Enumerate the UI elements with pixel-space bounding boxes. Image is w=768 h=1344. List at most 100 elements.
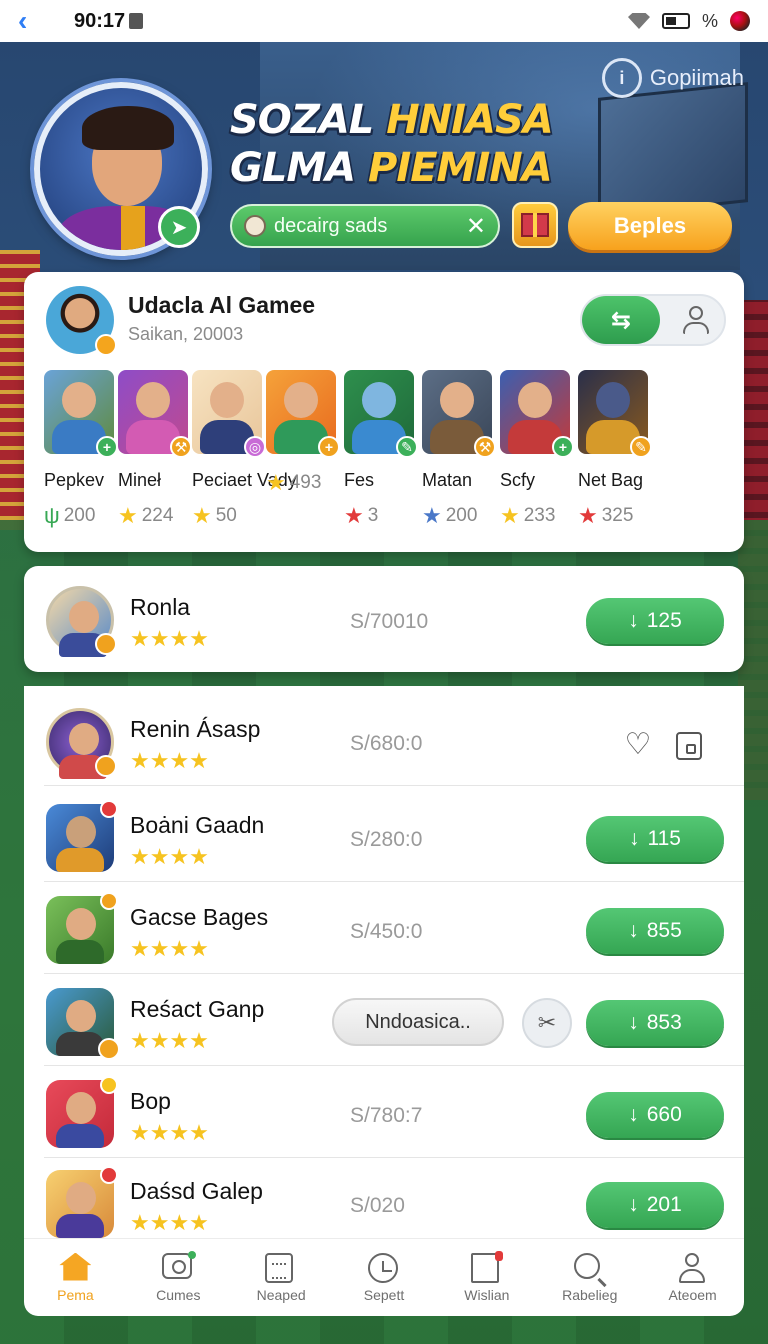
search-input[interactable]: decairg sads ✕ [230, 204, 500, 248]
download-icon: ↓ [628, 609, 639, 632]
download-icon: ↓ [628, 919, 639, 942]
share-icon[interactable] [676, 732, 702, 760]
nav-item-board[interactable]: Wislian [435, 1239, 538, 1316]
player-name: Fes [344, 470, 375, 490]
download-button[interactable]: ↓ 660 [586, 1092, 724, 1138]
status-bar: ‹ 90:17 % [0, 0, 768, 42]
download-icon: ↓ [628, 1103, 639, 1126]
item-title: Gacse Bages [130, 904, 269, 930]
status-time: 90:17 [74, 9, 126, 32]
title-line1-b: HNIASA [386, 97, 554, 143]
app-icon [46, 1076, 118, 1148]
player-card[interactable]: ✎ Net Bag ★ 325 [578, 370, 652, 529]
header: ➤ i Gopiimah SOZAL HNIASA GLMA PIEMINA d… [0, 42, 768, 274]
list-item[interactable]: Bop ★★★★ S/780:7 ↓ 660 [24, 1066, 744, 1158]
swap-icon[interactable]: ⇆ [582, 296, 660, 344]
user-icon[interactable] [682, 306, 710, 334]
heart-icon[interactable]: ♡ [622, 730, 654, 762]
list-item[interactable]: Boȧni Gaadn ★★★★ S/280:0 ↓ 115 [24, 790, 744, 882]
star-icon: ★ [344, 503, 364, 528]
item-title: Reśact Ganp [130, 996, 265, 1022]
download-button[interactable]: ↓ 115 [586, 816, 724, 862]
star-rating: ★★★★ [130, 626, 209, 651]
list-item[interactable]: Renin Ásasp ★★★★ S/680:0 ♡ [24, 694, 744, 786]
nav-item-clipboard[interactable]: Neaped [230, 1239, 333, 1316]
tools-icon[interactable]: ✂ [522, 998, 572, 1048]
player-name: Scfy [500, 470, 536, 490]
mode-toggle[interactable]: ⇆ [580, 294, 726, 346]
featured-avatar[interactable] [46, 286, 117, 356]
wifi-icon [627, 13, 650, 29]
player-card[interactable]: + Scfy ★ 233 [500, 370, 574, 529]
title-line1-a: SOZAL [230, 97, 387, 143]
player-card[interactable]: ⚒ Mineł ★ 224 [118, 370, 192, 529]
user-icon [677, 1252, 707, 1283]
nav-label: Rabelieg [562, 1286, 618, 1303]
item-price: S/020 [350, 1194, 405, 1217]
app-icon [46, 800, 118, 872]
player-card[interactable]: ⚒ Matan ★ 200 [422, 370, 496, 529]
app-icon [46, 708, 117, 779]
board-icon [470, 1250, 503, 1283]
item-price: S/450:0 [350, 920, 423, 943]
camera-icon [162, 1250, 197, 1279]
item-title: Bop [130, 1088, 171, 1114]
star-rating: ★★★★ [130, 1120, 209, 1145]
player-name: Mineł [118, 470, 162, 490]
player-score: 50 [215, 505, 237, 526]
primary-action-button[interactable]: Beples [568, 202, 732, 250]
star-rating: ★★★★ [130, 748, 209, 773]
nav-item-profile[interactable]: Ateoem [641, 1239, 744, 1316]
send-icon[interactable]: ➤ [158, 206, 200, 248]
player-score: 224 [141, 505, 174, 526]
battery-icon [661, 13, 690, 29]
featured-card: Udacla Al Gamee Saikan, 20003 ⇆ + Pepkev… [24, 272, 744, 552]
download-button[interactable]: ↓ 125 [586, 598, 724, 644]
app-icon [46, 892, 118, 964]
clock-icon [368, 1252, 398, 1283]
list-item[interactable]: Reśact Ganp ★★★★ Nndoasica.. ✂ ↓ 853 [24, 974, 744, 1066]
battery-percent: % [701, 10, 718, 31]
title-line2-b: PIEMINA [368, 145, 553, 191]
list-item[interactable]: Ronla ★★★★ S/70010 ↓ 125 [24, 572, 744, 664]
gift-icon [521, 213, 549, 237]
nav-item-home[interactable]: Pema [24, 1239, 127, 1316]
star-icon: ★ [422, 503, 442, 528]
download-button[interactable]: ↓ 855 [586, 908, 724, 954]
player-score: 200 [445, 505, 478, 526]
app-icon [46, 988, 120, 1060]
player-score: 233 [523, 505, 556, 526]
player-score: 493 [289, 472, 322, 493]
star-rating: ★★★★ [130, 844, 209, 869]
star-icon: ★ [500, 503, 520, 528]
player-list: + Pepkev ψ 200 ⚒ Mineł ★ 224 ◎ Peciaet Vad… [44, 370, 734, 540]
download-button[interactable]: ↓ 853 [586, 1000, 724, 1046]
nav-label: Wislian [464, 1286, 510, 1303]
nav-label: Ateoem [668, 1286, 717, 1303]
star-icon: ★ [118, 503, 138, 528]
item-price: S/680:0 [350, 732, 423, 755]
nav-item-camera[interactable]: Cumes [127, 1239, 230, 1316]
info-icon: i [601, 58, 642, 98]
gift-button[interactable] [512, 202, 558, 248]
secondary-button[interactable]: Nndoasica.. [332, 998, 504, 1046]
player-name: Pepkev [44, 470, 105, 490]
download-button[interactable]: ↓ 201 [586, 1182, 724, 1228]
player-card[interactable]: ✎ Fes ★ 3 [344, 370, 418, 529]
list-item[interactable]: Gacse Bages ★★★★ S/450:0 ↓ 855 [24, 882, 744, 974]
profile-orb-icon[interactable] [730, 11, 750, 31]
player-card[interactable]: + Pepkev ψ 200 [44, 370, 118, 529]
nav-item-search[interactable]: Rabelieg [538, 1239, 641, 1316]
nav-item-clock[interactable]: Sepett [333, 1239, 436, 1316]
player-card[interactable]: + ★ 493 [266, 370, 340, 496]
app-icon [46, 586, 117, 657]
featured-subtitle: Saikan, 20003 [128, 324, 244, 344]
list-item[interactable]: Daśsd Galep ★★★★ S/020 ↓ 201 [24, 1156, 744, 1238]
back-chevron-icon[interactable]: ‹ [18, 5, 74, 37]
player-name: Matan [422, 470, 473, 490]
help-link[interactable]: i Gopiimah [601, 58, 744, 98]
sim-icon [129, 13, 144, 29]
clear-icon[interactable]: ✕ [466, 212, 486, 241]
player-card[interactable]: ◎ Peciaet Vady ★ 50 [192, 370, 297, 529]
bottom-nav: Pema Cumes Neaped Sepett Wislian Rabelie… [24, 1238, 744, 1316]
